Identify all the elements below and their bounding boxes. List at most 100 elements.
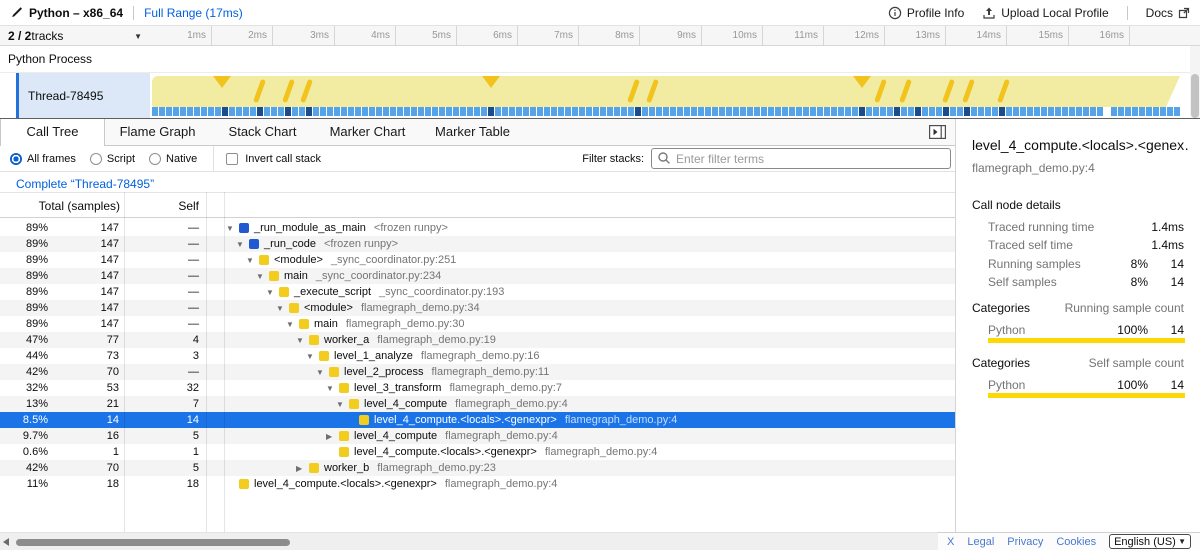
marker-slash-icon[interactable] — [899, 79, 912, 103]
ruler-tick-label: 12ms — [821, 30, 879, 41]
twisty-down-icon[interactable]: ▼ — [286, 320, 299, 329]
filter-stacks-input[interactable] — [651, 148, 951, 169]
gc-marker-icon[interactable] — [482, 76, 500, 88]
footer-link-cookies[interactable]: Cookies — [1056, 536, 1096, 548]
twisty-down-icon[interactable]: ▼ — [276, 304, 289, 313]
footer-close-link[interactable]: X — [947, 536, 954, 548]
scrollbar-thumb[interactable] — [1191, 74, 1199, 118]
sample-segment — [215, 107, 221, 116]
detail-value: 14 — [1171, 257, 1184, 271]
marker-slash-icon[interactable] — [874, 79, 887, 103]
table-row[interactable]: 89%147—▼<module>_sync_coordinator.py:251 — [0, 252, 955, 268]
marker-slash-icon[interactable] — [282, 79, 295, 103]
detail-label: Traced running time — [988, 220, 1094, 234]
horizontal-scrollbar-thumb[interactable] — [16, 539, 290, 546]
twisty-down-icon[interactable]: ▼ — [246, 256, 259, 265]
tab-flame-graph[interactable]: Flame Graph — [105, 119, 210, 145]
tab-stack-chart[interactable]: Stack Chart — [210, 119, 315, 145]
marker-slash-icon[interactable] — [646, 79, 659, 103]
sample-segment — [894, 107, 900, 116]
timeline-ruler[interactable]: 1ms2ms3ms4ms5ms6ms7ms8ms9ms10ms11ms12ms1… — [150, 26, 1190, 46]
twisty-down-icon[interactable]: ▼ — [296, 336, 309, 345]
table-row[interactable]: 32%5332▼level_3_transformflamegraph_demo… — [0, 380, 955, 396]
sample-segment — [1097, 107, 1103, 116]
table-row[interactable]: 11%1818level_4_compute.<locals>.<genexpr… — [0, 476, 955, 492]
table-row[interactable]: 89%147—▼_execute_script_sync_coordinator… — [0, 284, 955, 300]
marker-slash-icon[interactable] — [300, 79, 313, 103]
horizontal-scrollbar[interactable] — [0, 532, 938, 550]
invert-call-stack-checkbox[interactable] — [226, 153, 238, 165]
twisty-down-icon[interactable]: ▼ — [326, 384, 339, 393]
complete-thread-link[interactable]: Complete “Thread-78495” — [16, 177, 154, 191]
sample-segment — [1076, 107, 1082, 116]
table-row[interactable]: 89%147—▼_run_code<frozen runpy> — [0, 236, 955, 252]
thread-track-label[interactable]: Thread-78495 — [19, 73, 150, 118]
twisty-right-icon[interactable]: ▶ — [326, 432, 339, 441]
footer-link-legal[interactable]: Legal — [967, 536, 994, 548]
radio-native[interactable] — [149, 153, 161, 165]
scroll-left-arrow-icon[interactable] — [3, 538, 9, 546]
marker-slash-icon[interactable] — [942, 79, 955, 103]
table-row[interactable]: 89%147—▼<module>flamegraph_demo.py:34 — [0, 300, 955, 316]
category-name: Python — [988, 323, 1025, 337]
tab-marker-chart[interactable]: Marker Chart — [315, 119, 420, 145]
process-track-header[interactable]: Python Process — [0, 46, 1200, 73]
marker-slash-icon[interactable] — [997, 79, 1010, 103]
table-row[interactable]: 13%217▼level_4_computeflamegraph_demo.py… — [0, 396, 955, 412]
sample-segment — [341, 107, 347, 116]
tracks-vertical-scrollbar[interactable] — [1190, 46, 1200, 118]
sample-segment — [656, 107, 662, 116]
table-row[interactable]: 42%705▶worker_bflamegraph_demo.py:23 — [0, 460, 955, 476]
function-cell: ▼<module>_sync_coordinator.py:251 — [0, 252, 955, 268]
marker-slash-icon[interactable] — [253, 79, 266, 103]
full-range-link[interactable]: Full Range (17ms) — [144, 6, 243, 20]
detail-percent: 8% — [1131, 275, 1148, 289]
tracks-dropdown[interactable]: 2 / 2 tracks ▼ — [0, 26, 150, 46]
yellow-category-icon — [339, 431, 349, 441]
twisty-right-icon[interactable]: ▶ — [296, 464, 309, 473]
table-row[interactable]: 44%733▼level_1_analyzeflamegraph_demo.py… — [0, 348, 955, 364]
table-row[interactable]: 89%147—▼_run_module_as_main<frozen runpy… — [0, 220, 955, 236]
sample-segment — [761, 107, 767, 116]
twisty-down-icon[interactable]: ▼ — [266, 288, 279, 297]
file-location: flamegraph_demo.py:34 — [361, 302, 480, 314]
language-select[interactable]: English (US) ▼ — [1109, 534, 1191, 549]
twisty-down-icon[interactable]: ▼ — [316, 368, 329, 377]
sample-segment — [509, 107, 515, 116]
gc-marker-icon[interactable] — [853, 76, 871, 88]
radio-script[interactable] — [90, 153, 102, 165]
sample-segment — [201, 107, 207, 116]
table-row[interactable]: 9.7%165▶level_4_computeflamegraph_demo.p… — [0, 428, 955, 444]
table-row[interactable]: 42%70—▼level_2_processflamegraph_demo.py… — [0, 364, 955, 380]
radio-all-frames[interactable] — [10, 153, 22, 165]
twisty-down-icon[interactable]: ▼ — [336, 400, 349, 409]
sample-segment — [551, 107, 557, 116]
tab-call-tree[interactable]: Call Tree — [0, 119, 105, 146]
table-row[interactable]: 8.5%1414level_4_compute.<locals>.<genexp… — [0, 412, 955, 428]
marker-slash-icon[interactable] — [627, 79, 640, 103]
thread-track-graph[interactable] — [150, 73, 1190, 118]
yellow-category-icon — [289, 303, 299, 313]
marker-slash-icon[interactable] — [962, 79, 975, 103]
edit-pencil-icon[interactable] — [10, 6, 23, 19]
table-row[interactable]: 0.6%11level_4_compute.<locals>.<genexpr>… — [0, 444, 955, 460]
table-row[interactable]: 47%774▼worker_aflamegraph_demo.py:19 — [0, 332, 955, 348]
table-row[interactable]: 89%147—▼mainflamegraph_demo.py:30 — [0, 316, 955, 332]
twisty-down-icon[interactable]: ▼ — [226, 224, 239, 233]
detail-label: Running samples — [988, 257, 1081, 271]
twisty-down-icon[interactable]: ▼ — [256, 272, 269, 281]
footer-link-privacy[interactable]: Privacy — [1007, 536, 1043, 548]
sample-segment — [306, 107, 312, 116]
gc-marker-icon[interactable] — [213, 76, 231, 88]
profile-info-button[interactable]: Profile Info — [888, 6, 964, 20]
upload-profile-button[interactable]: Upload Local Profile — [982, 6, 1108, 20]
function-cell: ▼_run_code<frozen runpy> — [0, 236, 955, 252]
self-column-header[interactable]: Self — [128, 199, 199, 213]
twisty-down-icon[interactable]: ▼ — [236, 240, 249, 249]
sidebar-toggle-button[interactable] — [929, 125, 947, 140]
twisty-down-icon[interactable]: ▼ — [306, 352, 319, 361]
tab-marker-table[interactable]: Marker Table — [420, 119, 525, 145]
docs-link[interactable]: Docs — [1146, 6, 1190, 20]
total-column-header[interactable]: Total (samples) — [0, 199, 120, 213]
table-row[interactable]: 89%147—▼main_sync_coordinator.py:234 — [0, 268, 955, 284]
